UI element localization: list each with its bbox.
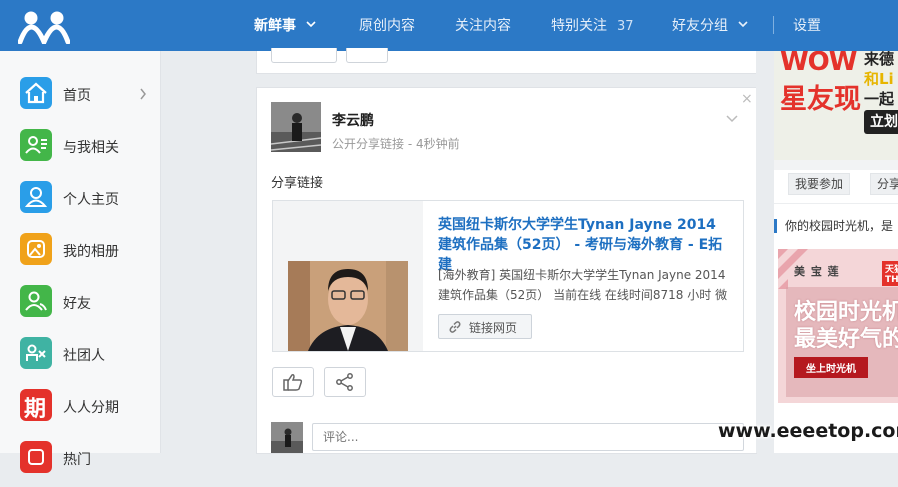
comment-input[interactable] — [312, 423, 744, 451]
nav-tab-following[interactable]: 关注内容 — [455, 0, 511, 51]
sidebar-item-mentions[interactable]: 与我相关 — [0, 123, 160, 175]
right-gutter — [756, 51, 774, 453]
ad-banner-line1: WOW — [780, 51, 857, 77]
mentions-icon — [20, 129, 52, 161]
tag-share-button[interactable]: 分享 — [870, 173, 898, 195]
nav-tab-label: 关注内容 — [455, 18, 511, 34]
ad-brand-tag: 天猫 THA — [882, 261, 898, 286]
nav-tab-label: 原创内容 — [359, 18, 415, 34]
close-icon[interactable]: × — [741, 91, 753, 107]
ad-headline-line: 校园时光机 — [794, 300, 898, 325]
chevron-right-icon — [139, 85, 147, 104]
link-description: [海外教育] 英国纽卡斯尔大学学生Tynan Jayne 2014建筑作品集（5… — [438, 268, 728, 302]
sidebar-item-label: 人人分期 — [63, 400, 119, 416]
post-card: 李云鹏 公开分享链接 - 4秒钟前 × 分享链接 英国纽卡斯尔大学学生Tynan… — [256, 87, 757, 414]
ad-headline: 校园时光机 最美好气的 — [794, 299, 898, 353]
feed-gutter — [161, 51, 255, 453]
nav-count-badge: 37 — [617, 19, 634, 34]
ad-cta-button[interactable]: 坐上时光机 — [794, 357, 868, 378]
sidebar: 首页 与我相关 个人主页 我的相册 好友 社团人 期 人人分期 热门 — [0, 51, 161, 473]
ad-banner-line2: 星友现 — [780, 84, 861, 115]
ad-banner[interactable]: WOW 星友现 来德 和Li 一起 立划 — [774, 51, 898, 160]
home-icon — [20, 77, 52, 109]
nav-tab-feed[interactable]: 新鲜事 — [254, 0, 316, 51]
post-meta: 公开分享链接 - 4秒钟前 — [332, 137, 460, 151]
sidebar-item-installment[interactable]: 期 人人分期 — [0, 383, 160, 435]
sidebar-item-album[interactable]: 我的相册 — [0, 227, 160, 279]
ad-side-line: 来德 — [864, 51, 895, 68]
comment-area — [256, 412, 757, 454]
post-author-name[interactable]: 李云鹏 — [332, 110, 374, 130]
nav-settings[interactable]: 设置 — [793, 0, 821, 51]
chevron-down-icon — [738, 0, 748, 51]
sidebar-item-label: 社团人 — [63, 348, 105, 364]
previous-post-card — [256, 48, 757, 74]
installment-icon: 期 — [20, 389, 52, 422]
installment-glyph: 期 — [24, 397, 47, 422]
nav-tab-special-follow[interactable]: 特别关注 37 — [551, 0, 634, 51]
divider — [774, 203, 898, 204]
renren-logo-icon[interactable] — [17, 8, 71, 49]
sidebar-item-label: 热门 — [63, 452, 91, 468]
link-thumbnail[interactable] — [288, 261, 408, 351]
nav-tab-original[interactable]: 原创内容 — [359, 0, 415, 51]
hot-icon — [20, 441, 52, 473]
post-text: 分享链接 — [271, 176, 324, 191]
top-navigation-bar: 新鲜事 原创内容 关注内容 特别关注 37 好友分组 设置 — [0, 0, 898, 51]
sidebar-item-hot[interactable]: 热门 — [0, 435, 160, 487]
ad-side-line: 一起 — [864, 90, 895, 108]
club-icon — [20, 337, 52, 369]
nav-tab-label: 新鲜事 — [254, 18, 296, 34]
sidebar-item-club[interactable]: 社团人 — [0, 331, 160, 383]
like-button[interactable] — [272, 367, 314, 397]
sidebar-item-label: 我的相册 — [63, 244, 119, 260]
sidebar-item-label: 与我相关 — [63, 140, 119, 156]
ad-banner-side-text: 来德 和Li 一起 — [864, 51, 894, 109]
thumbs-up-icon — [283, 374, 303, 391]
sidebar-item-home[interactable]: 首页 — [0, 71, 160, 123]
open-link-button[interactable]: 链接网页 — [438, 314, 532, 339]
sidebar-item-friends[interactable]: 好友 — [0, 279, 160, 331]
divider — [774, 160, 898, 170]
like-button[interactable] — [271, 48, 337, 63]
ad-side-line: 和Li — [864, 70, 894, 88]
sidebar-item-label: 个人主页 — [63, 192, 119, 208]
ad-brand: 美 宝 莲 — [794, 265, 840, 278]
link-icon — [449, 321, 461, 333]
share-button[interactable] — [324, 367, 366, 397]
ad-headline-line: 最美好气的 — [794, 327, 898, 352]
link-preview-card[interactable]: 英国纽卡斯尔大学学生Tynan Jayne 2014建筑作品集（52页） - 考… — [272, 200, 744, 352]
share-button[interactable] — [346, 48, 388, 63]
nav-tab-friend-groups[interactable]: 好友分组 — [672, 0, 748, 51]
right-sidebar: WOW 星友现 来德 和Li 一起 立划 我要参加 分享 你的校园时光机，是 美… — [774, 51, 898, 453]
avatar — [271, 422, 303, 453]
chevron-down-icon[interactable] — [726, 108, 738, 127]
nav-tab-label: 特别关注 — [551, 18, 607, 34]
sidebar-item-label: 好友 — [63, 296, 91, 312]
nav-tab-label: 设置 — [793, 18, 821, 34]
sidebar-item-label: 首页 — [63, 88, 91, 104]
avatar[interactable] — [271, 102, 321, 152]
ad-campus-banner[interactable]: 美 宝 莲 天猫 THA 校园时光机 最美好气的 坐上时光机 — [778, 249, 898, 403]
watermark: www.eeeetop.com — [718, 420, 898, 442]
link-thumbnail-area — [273, 201, 423, 351]
chevron-down-icon — [306, 0, 316, 51]
open-link-label: 链接网页 — [469, 321, 518, 335]
nav-divider — [773, 16, 774, 34]
album-icon — [20, 233, 52, 265]
profile-icon — [20, 181, 52, 213]
nav-tab-label: 好友分组 — [672, 18, 728, 34]
section-title[interactable]: 你的校园时光机，是 — [774, 219, 893, 233]
friends-icon — [20, 285, 52, 317]
ad-banner-cta[interactable]: 立划 — [864, 110, 898, 134]
share-icon — [336, 373, 353, 391]
sidebar-item-profile[interactable]: 个人主页 — [0, 175, 160, 227]
tag-join-button[interactable]: 我要参加 — [788, 173, 851, 195]
